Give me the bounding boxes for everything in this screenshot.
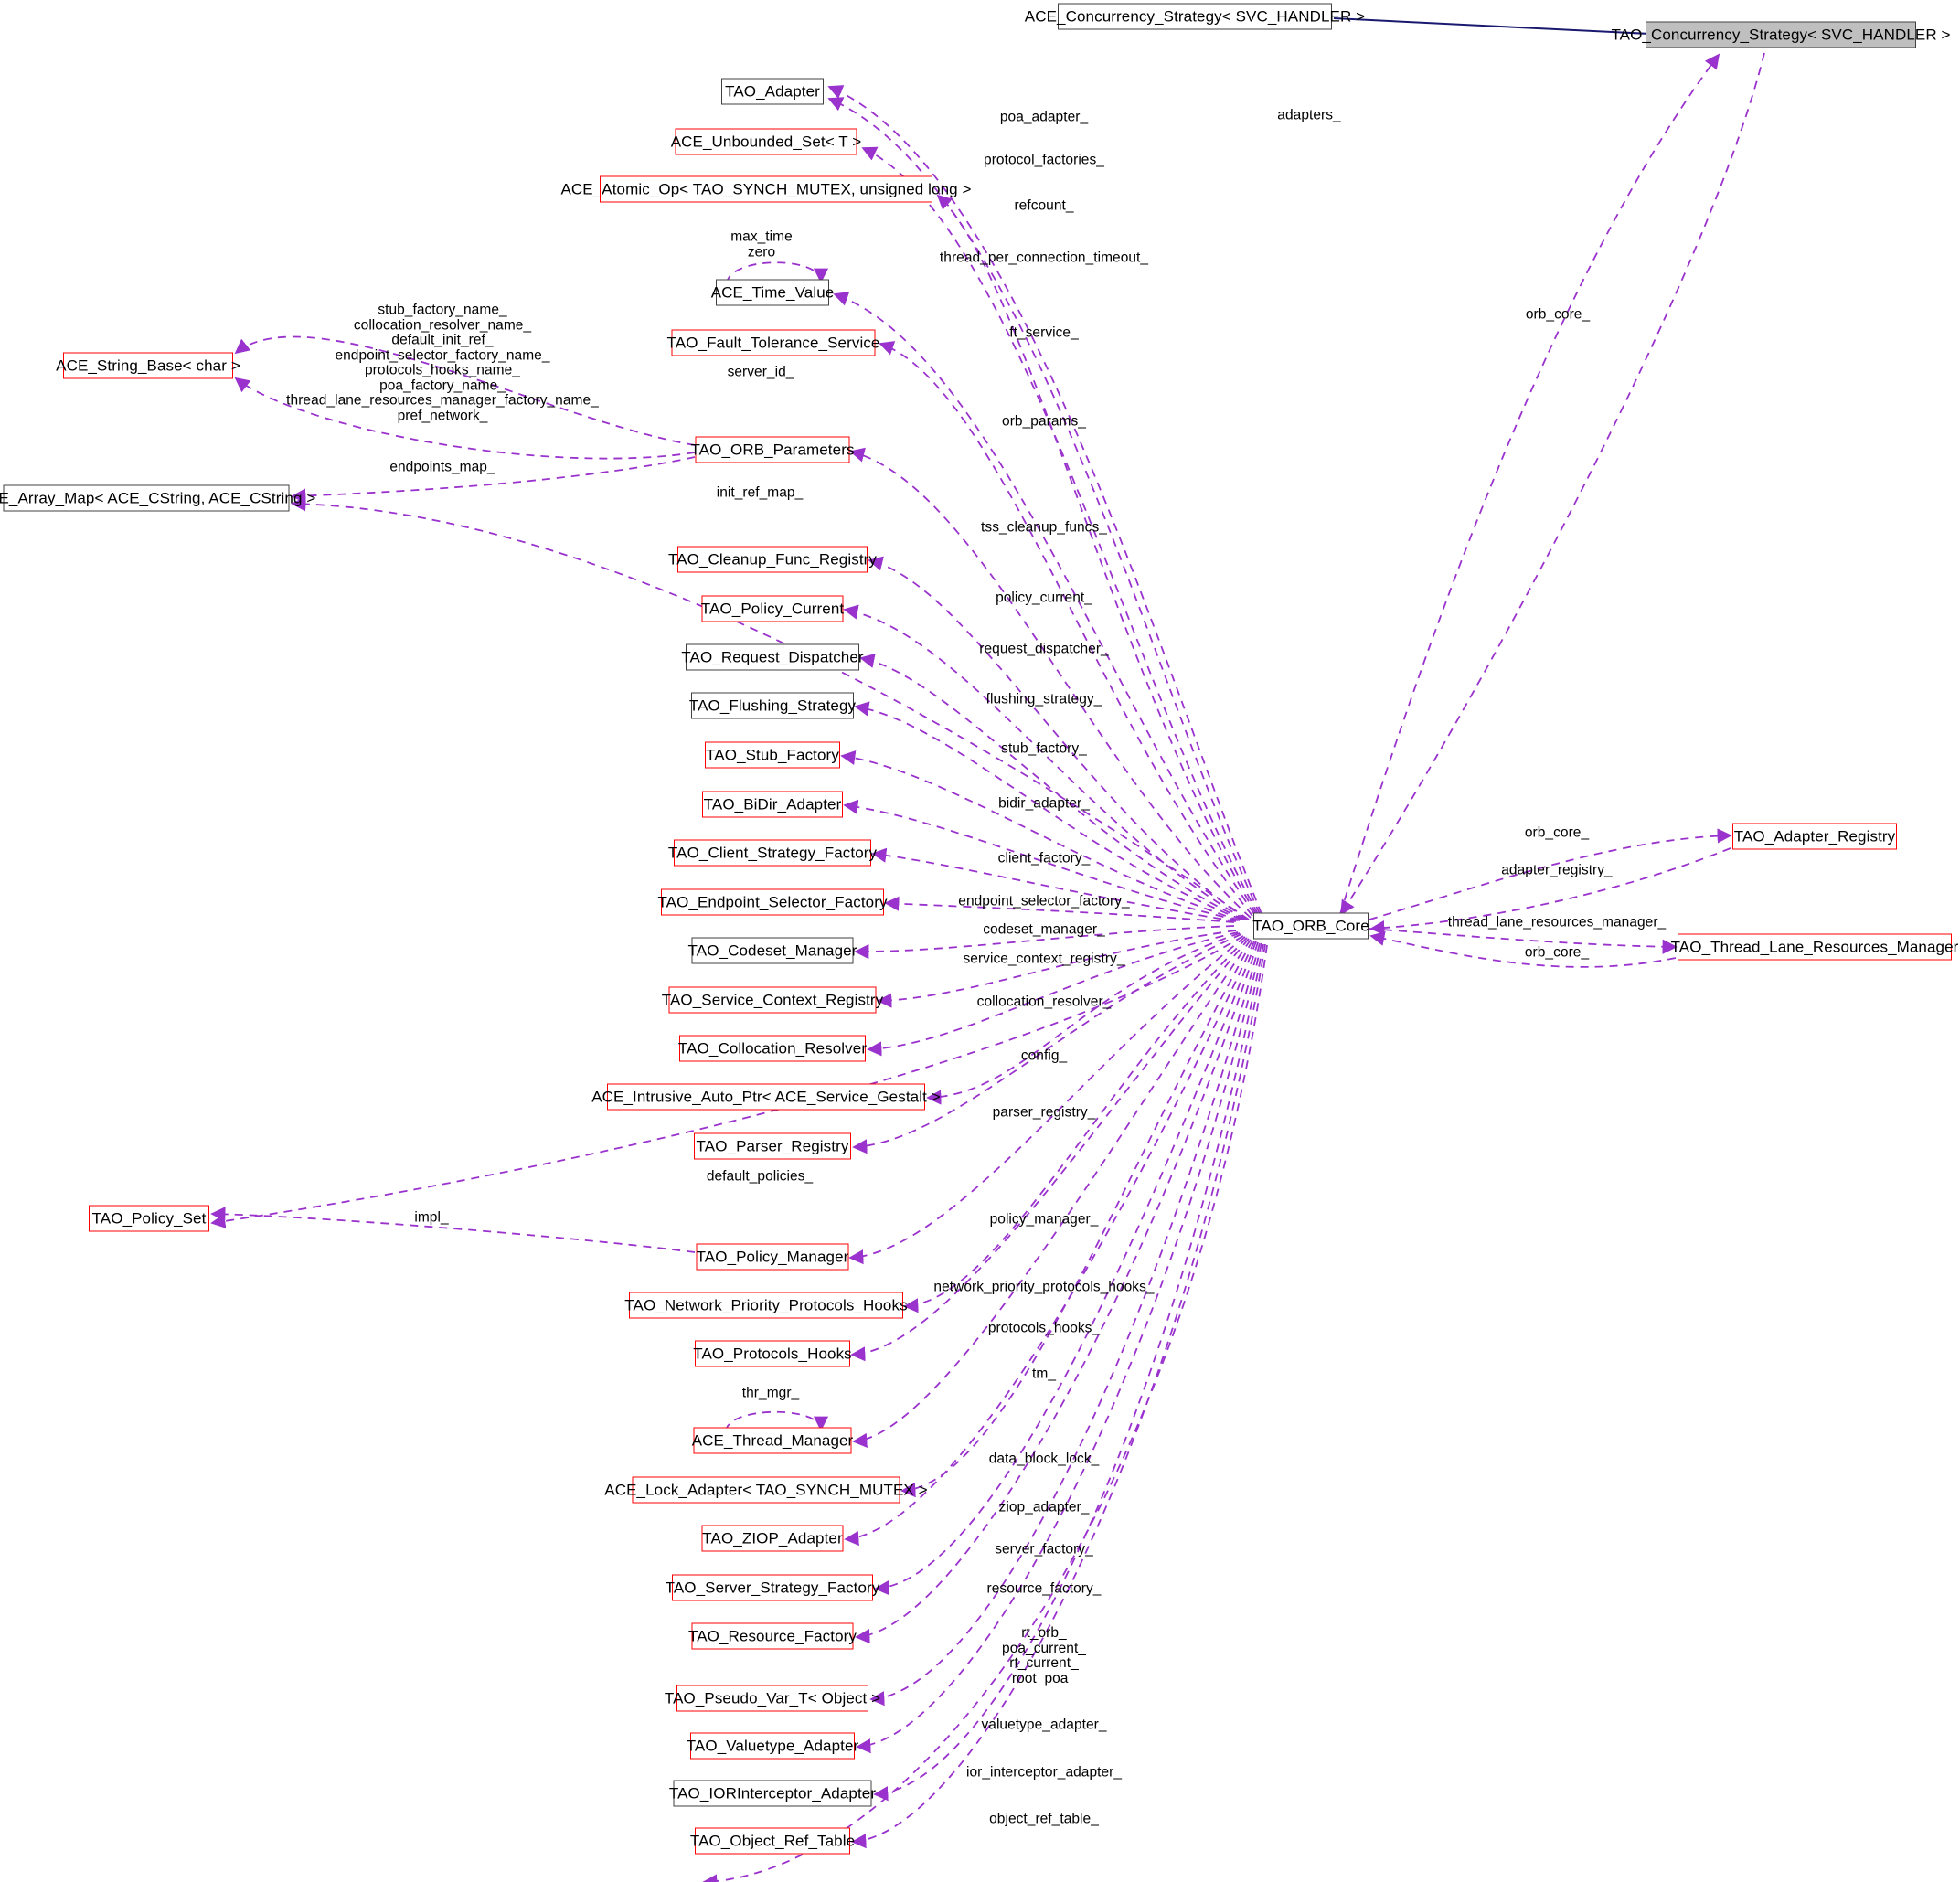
edge-n_tlrm-to-n_orbcore — [1369, 930, 1677, 968]
edge-n_orbcore-to-n_srvstrat — [874, 941, 1257, 1596]
class-node-iorintc[interactable]: TAO_IORInterceptor_Adapter — [669, 1780, 876, 1807]
class-node-polset[interactable]: TAO_Policy_Set — [89, 1205, 209, 1232]
edge-label-tm: tm_ — [1032, 1366, 1056, 1382]
edge-label-srvfac: server_factory_ — [995, 1541, 1093, 1558]
edge-label-clifac: client_factory_ — [997, 850, 1091, 867]
edge-n_orbcore-to-n_tao_adapter — [827, 97, 1261, 915]
edge-label-protohooks: protocols_hooks_ — [987, 1320, 1101, 1336]
edge-label-rtorb: rt_orb_ poa_current_ rt_current_ root_po… — [1002, 1624, 1086, 1686]
edge-label-refcount: refcount_ — [1014, 197, 1074, 214]
edge-label-maxtime: max_time zero — [730, 229, 793, 260]
edge-label-netprio: network_priority_protocols_hooks_ — [933, 1279, 1155, 1295]
class-node-colres[interactable]: TAO_Collocation_Resolver — [678, 1035, 867, 1062]
class-node-strbase[interactable]: ACE_String_Base< char > — [56, 352, 240, 379]
edge-label-datablock: data_block_lock_ — [988, 1451, 1100, 1467]
class-node-cleanup[interactable]: TAO_Cleanup_Func_Registry — [668, 546, 877, 573]
class-node-codeset[interactable]: TAO_Codeset_Manager — [688, 937, 857, 964]
class-node-orbcore[interactable]: TAO_ORB_Core — [1252, 912, 1369, 940]
edge-label-svcctx: service_context_registry_ — [963, 951, 1125, 967]
class-node-objreftbl[interactable]: TAO_Object_Ref_Table — [690, 1827, 855, 1855]
edge-label-ftservice: ft_service_ — [1009, 324, 1079, 341]
edge-label-flush: flushing_strategy_ — [985, 691, 1102, 707]
class-node-pseudovar[interactable]: TAO_Pseudo_Var_T< Object > — [665, 1685, 880, 1712]
class-node-adaptreg[interactable]: TAO_Adapter_Registry — [1732, 823, 1897, 850]
edge-label-orbcore1: orb_core_ — [1525, 306, 1591, 323]
edge-label-tlrm: thread_lane_resources_manager_ — [1447, 914, 1667, 930]
class-node-parsereg[interactable]: TAO_Parser_Registry — [694, 1132, 851, 1160]
edge-label-orbcore2: orb_core_ — [1524, 824, 1590, 841]
edge-label-strnames: stub_factory_name_ collocation_resolver_… — [286, 302, 599, 424]
edge-label-resfac: resource_factory_ — [986, 1580, 1102, 1597]
class-node-protohooks[interactable]: TAO_Protocols_Hooks — [693, 1340, 852, 1367]
class-node-ziop[interactable]: TAO_ZIOP_Adapter — [701, 1525, 844, 1552]
edge-label-tss: tss_cleanup_funcs_ — [981, 519, 1107, 536]
edge-label-endpointsmap: endpoints_map_ — [389, 459, 495, 475]
edge-label-poa_adapter: poa_adapter_ — [999, 109, 1089, 125]
class-node-polcur[interactable]: TAO_Policy_Current — [701, 595, 844, 622]
edge-label-protofac: protocol_factories_ — [984, 152, 1104, 168]
class-node-ace_conc[interactable]: ACE_Concurrency_Strategy< SVC_HANDLER > — [1025, 3, 1365, 30]
edge-label-ziop: ziop_adapter_ — [998, 1499, 1090, 1515]
class-node-tao_adapter[interactable]: TAO_Adapter — [721, 78, 824, 105]
edge-label-config: config_ — [1020, 1047, 1068, 1064]
edge-label-stubfac: stub_factory_ — [1001, 740, 1087, 757]
class-node-ft[interactable]: TAO_Fault_Tolerance_Service — [667, 329, 879, 356]
edge-label-impl: impl_ — [414, 1209, 449, 1226]
class-node-arraymap[interactable]: ACE_Array_Map< ACE_CString, ACE_CString … — [0, 484, 315, 512]
edge-n_orbcore-to-n_atomic — [936, 194, 1257, 915]
class-node-reqdisp[interactable]: TAO_Request_Dispatcher — [681, 643, 864, 671]
class-node-polmgr[interactable]: TAO_Policy_Manager — [696, 1243, 849, 1271]
edge-label-bidir: bidir_adapter_ — [998, 795, 1090, 812]
class-node-intrusive[interactable]: ACE_Intrusive_Auto_Ptr< ACE_Service_Gest… — [591, 1083, 941, 1111]
edge-label-defpol: default_policies_ — [706, 1168, 814, 1185]
edge-n_orbcore-to-n_objreftbl — [851, 943, 1266, 1849]
edge-label-polmgr: policy_manager_ — [989, 1211, 1099, 1228]
edge-n_orbcore-to-n_colres — [867, 931, 1239, 1057]
edge-label-adapters: adapters_ — [1277, 107, 1341, 123]
edge-label-objreftbl: object_ref_table_ — [989, 1811, 1099, 1827]
class-node-orbparams[interactable]: TAO_ORB_Parameters — [690, 436, 854, 463]
class-node-srvstrat[interactable]: TAO_Server_Strategy_Factory — [666, 1574, 879, 1601]
class-node-tao_conc[interactable]: TAO_Concurrency_Strategy< SVC_HANDLER > — [1611, 21, 1950, 48]
edge-label-iorintc: ior_interceptor_adapter_ — [965, 1764, 1123, 1781]
class-node-valuetype[interactable]: TAO_Valuetype_Adapter — [687, 1732, 858, 1760]
edge-label-endpsel: endpoint_selector_factory_ — [958, 893, 1130, 909]
class-node-endpsel[interactable]: TAO_Endpoint_Selector_Factory — [657, 888, 887, 916]
edge-label-polcur: policy_current_ — [996, 590, 1092, 606]
class-node-atomic[interactable]: ACE_Atomic_Op< TAO_SYNCH_MUTEX, unsigned… — [560, 175, 971, 203]
edge-n_orbcore-to-n_topright — [1339, 53, 1720, 915]
class-node-timeval[interactable]: ACE_Time_Value — [711, 279, 834, 306]
edge-label-initrefmap: init_ref_map_ — [716, 484, 804, 501]
edge-label-orbcore3: orb_core_ — [1524, 944, 1590, 961]
class-node-tlrm[interactable]: TAO_Thread_Lane_Resources_Manager — [1671, 933, 1958, 961]
class-node-bidir[interactable]: TAO_BiDir_Adapter — [702, 791, 843, 818]
class-node-clistrat[interactable]: TAO_Client_Strategy_Factory — [668, 839, 877, 867]
class-node-netprio[interactable]: TAO_Network_Priority_Protocols_Hooks — [624, 1292, 908, 1319]
edge-label-parsereg: parser_registry_ — [992, 1104, 1096, 1121]
edge-label-thrmgr: thr_mgr_ — [741, 1385, 800, 1401]
edge-label-valuetype: valuetype_adapter_ — [981, 1717, 1107, 1733]
edge-label-tpct: thread_per_connection_timeout_ — [939, 250, 1149, 266]
class-node-flush[interactable]: TAO_Flushing_Strategy — [689, 692, 856, 719]
collaboration-diagram: ACE_Concurrency_Strategy< SVC_HANDLER > T… — [0, 0, 1960, 1882]
class-node-unbset[interactable]: ACE_Unbounded_Set< T > — [671, 128, 861, 155]
edge-label-serverid: server_id_ — [727, 364, 794, 380]
class-node-thrmgr[interactable]: ACE_Thread_Manager — [692, 1427, 853, 1454]
edge-label-colres: collocation_resolver_ — [976, 994, 1112, 1010]
edge-n_orbcore-to-n_tlrm — [1369, 928, 1678, 954]
edge-n_orbcore-to-n_ziop — [844, 941, 1255, 1547]
class-node-lockadapt[interactable]: ACE_Lock_Adapter< TAO_SYNCH_MUTEX > — [604, 1476, 928, 1504]
edge-label-reqdisp: request_dispatcher_ — [979, 641, 1109, 657]
class-node-stubfac[interactable]: TAO_Stub_Factory — [705, 741, 840, 769]
edge-label-codeset: codeset_manager_ — [983, 921, 1105, 938]
class-node-resfac[interactable]: TAO_Resource_Factory — [688, 1622, 857, 1650]
edge-label-orbparams: orb_params_ — [1002, 413, 1086, 430]
class-node-svcctx[interactable]: TAO_Service_Context_Registry — [662, 986, 883, 1014]
edge-n_orbcore-to-n_flush — [854, 701, 1242, 920]
edge-label-adaptreg: adapter_registry_ — [1501, 862, 1613, 878]
edge-n_orbcore-to-n_netprio — [903, 937, 1248, 1313]
edge-n_polmgr-to-n_polset — [210, 1207, 696, 1253]
edge-n_tao_conc-to-n_orbcore — [1340, 52, 1765, 916]
edge-layer — [210, 17, 1765, 1882]
